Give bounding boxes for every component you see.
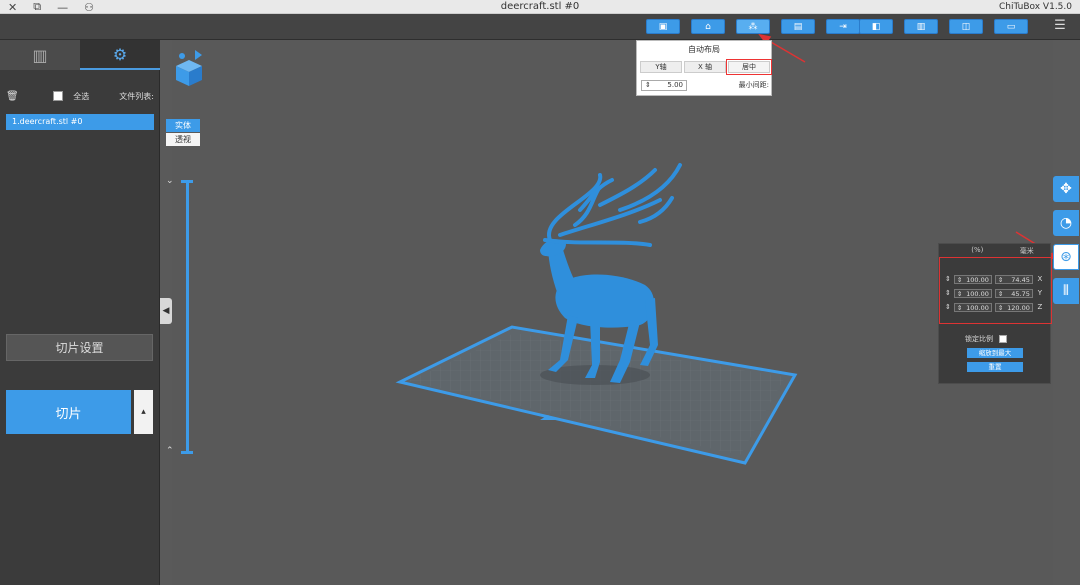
- scale-y-mm-input[interactable]: ⇕ 45.75: [994, 288, 1033, 298]
- center-button[interactable]: 居中: [726, 59, 772, 75]
- spin-icon[interactable]: ⇕: [957, 304, 962, 312]
- scale-header: (%) 毫米: [939, 246, 1052, 256]
- min-spacing-label: 最小间距:: [738, 81, 769, 89]
- scale-x-mm: 74.45: [1011, 275, 1030, 284]
- solid-mode-button[interactable]: 实体: [166, 119, 200, 132]
- fit-to-max-button[interactable]: 缩放到最大: [967, 348, 1023, 358]
- transparent-mode-button[interactable]: 透视: [166, 133, 200, 146]
- reset-scale-button[interactable]: 重置: [967, 362, 1023, 372]
- spin-icon[interactable]: ⇕: [957, 276, 962, 284]
- scale-row-x: ⇕ ⇕ 100.00 ⇕ 74.45 X: [945, 274, 1049, 284]
- scale-z-mm-input[interactable]: ⇕ 120.00: [994, 302, 1033, 312]
- mm-column-header: 毫米: [1019, 247, 1034, 255]
- slider-top-icon[interactable]: ⌄: [166, 176, 174, 186]
- auto-layout-title: 自动布局: [688, 45, 720, 54]
- spin-icon[interactable]: ⇕: [998, 276, 1003, 284]
- scale-z-percent-input[interactable]: ⇕ 100.00: [953, 302, 992, 312]
- min-spacing-input[interactable]: ⇕ 5.00: [641, 79, 687, 91]
- layer-slider-bottom-handle[interactable]: [181, 451, 193, 454]
- spin-icon[interactable]: ⇕: [998, 304, 1003, 312]
- move-icon: ✥: [1060, 181, 1072, 197]
- scale-icon: ⊛: [1060, 249, 1072, 265]
- spin-icon[interactable]: ⇕: [945, 289, 951, 297]
- spin-icon[interactable]: ⇕: [645, 81, 651, 90]
- min-spacing-row: ⇕ 5.00 最小间距:: [641, 79, 769, 91]
- spin-icon[interactable]: ⇕: [945, 303, 951, 311]
- scale-x-mm-input[interactable]: ⇕ 74.45: [994, 274, 1033, 284]
- layer-slider-rail[interactable]: [186, 180, 189, 454]
- spin-icon[interactable]: ⇕: [957, 290, 962, 298]
- scale-y-percent: 100.00: [966, 289, 989, 298]
- axis-label-z: Z: [1037, 303, 1043, 311]
- axis-label-x: X: [1037, 275, 1043, 283]
- viewport-scene[interactable]: [0, 0, 1080, 585]
- scale-x-percent-input[interactable]: ⇕ 100.00: [953, 274, 992, 284]
- x-axis-button[interactable]: X 轴: [684, 61, 726, 73]
- auto-layout-options: Y轴 X 轴 居中: [640, 59, 772, 75]
- scale-z-mm: 120.00: [1007, 303, 1030, 312]
- mirror-icon: ⫴: [1063, 283, 1069, 299]
- spin-icon[interactable]: ⇕: [945, 275, 951, 283]
- percent-column-header: (%): [971, 246, 984, 254]
- axis-label-y: Y: [1037, 289, 1043, 297]
- uniform-scale-row: 锁定比例: [965, 334, 1007, 344]
- scale-tool-button[interactable]: ⊛: [1053, 244, 1079, 270]
- rotate-icon: ◔: [1059, 215, 1073, 231]
- uniform-scale-label: 锁定比例: [965, 335, 993, 343]
- scale-panel: (%) 毫米 ⇕ ⇕ 100.00 ⇕ 74.45 X ⇕ ⇕ 100.00 ⇕ 45.…: [938, 243, 1052, 384]
- move-tool-button[interactable]: ✥: [1053, 176, 1079, 202]
- slider-bottom-icon[interactable]: ⌃: [166, 446, 174, 456]
- scale-x-percent: 100.00: [966, 275, 989, 284]
- rotate-tool-button[interactable]: ◔: [1053, 210, 1079, 236]
- auto-layout-popup: 自动布局 Y轴 X 轴 居中 ⇕ 5.00 最小间距:: [636, 40, 772, 96]
- min-spacing-value: 5.00: [667, 80, 683, 89]
- scale-row-y: ⇕ ⇕ 100.00 ⇕ 45.75 Y: [945, 288, 1049, 298]
- scale-y-mm: 45.75: [1011, 289, 1030, 298]
- uniform-scale-checkbox[interactable]: [999, 335, 1007, 343]
- render-mode-toggle: 实体 透视: [166, 119, 200, 146]
- scale-y-percent-input[interactable]: ⇕ 100.00: [953, 288, 992, 298]
- view-cube-icon[interactable]: [174, 50, 204, 88]
- spin-icon[interactable]: ⇕: [998, 290, 1003, 298]
- layer-slider[interactable]: [181, 180, 193, 454]
- mirror-tool-button[interactable]: ⫴: [1053, 278, 1079, 304]
- layer-slider-top-handle[interactable]: [181, 180, 193, 183]
- scale-z-percent: 100.00: [966, 303, 989, 312]
- scale-row-z: ⇕ ⇕ 100.00 ⇕ 120.00 Z: [945, 302, 1049, 312]
- y-axis-button[interactable]: Y轴: [640, 61, 682, 73]
